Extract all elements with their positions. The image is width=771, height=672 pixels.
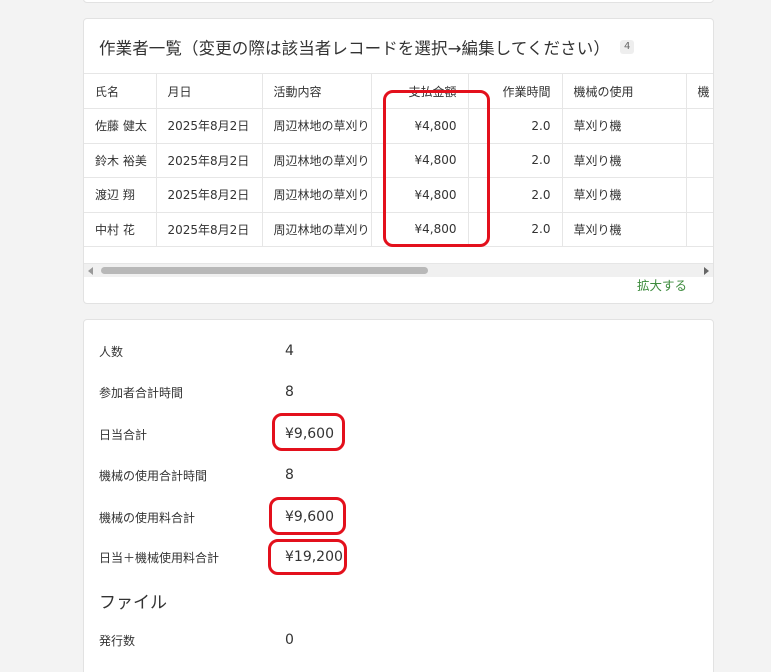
cell-name: 鈴木 裕美 (84, 143, 156, 178)
cell-machine-use: 草刈り機 (561, 143, 686, 178)
column-header-name[interactable]: 氏名 (84, 73, 156, 109)
cell-payment: ¥4,800 (370, 212, 468, 247)
machine-fee-row: 機械の使用料合計 ¥9,600 (99, 507, 334, 527)
file-section-title: ファイル (99, 593, 167, 613)
machine-hours-label: 機械の使用合計時間 (99, 468, 208, 483)
table-row[interactable]: 渡辺 翔 2025年8月2日 周辺林地の草刈り ¥4,800 2.0 草刈り機 (84, 177, 713, 213)
scroll-right-arrow-icon[interactable] (704, 267, 709, 275)
cell-work-hours: 2.0 (467, 108, 562, 144)
cell-machine-use: 草刈り機 (561, 108, 686, 144)
cell-date: 2025年8月2日 (155, 177, 262, 213)
worker-list-header: 作業者一覧（変更の際は該当者レコードを選択→編集してください） 4 (99, 36, 635, 58)
cell-activity: 周辺林地の草刈り (261, 108, 371, 144)
record-count-badge: 4 (619, 40, 635, 54)
cell-name: 中村 花 (84, 212, 156, 247)
scrollbar-thumb[interactable] (101, 267, 428, 274)
cell-work-hours: 2.0 (467, 212, 562, 247)
table-horizontal-scrollbar[interactable] (84, 263, 713, 277)
cell-machine-use: 草刈り機 (561, 177, 686, 213)
cell-date: 2025年8月2日 (155, 143, 262, 178)
table-row[interactable]: 鈴木 裕美 2025年8月2日 周辺林地の草刈り ¥4,800 2.0 草刈り機 (84, 143, 713, 178)
table-header-row: 氏名 月日 活動内容 支払金額 作業時間 機械の使用 機 (84, 73, 713, 109)
cell-date: 2025年8月2日 (155, 212, 262, 247)
total-hours-value: 8 (285, 384, 294, 400)
cell-work-hours: 2.0 (467, 177, 562, 213)
cell-extra (685, 143, 713, 178)
people-count-value: 4 (285, 343, 294, 359)
cell-extra (685, 177, 713, 213)
daily-total-label: 日当合計 (99, 427, 148, 442)
worker-list-title: 作業者一覧（変更の際は該当者レコードを選択→編集してください） (99, 39, 610, 58)
grand-total-row: 日当＋機械使用料合計 ¥19,200 (99, 547, 343, 567)
machine-hours-value: 8 (285, 467, 294, 483)
issued-count-value: 0 (285, 632, 294, 648)
cell-extra (685, 108, 713, 144)
people-count-row: 人数 4 (99, 341, 294, 361)
grand-total-label: 日当＋機械使用料合計 (99, 550, 220, 565)
machine-hours-row: 機械の使用合計時間 8 (99, 465, 294, 485)
column-header-date[interactable]: 月日 (155, 73, 262, 109)
column-header-machine-more[interactable]: 機 (685, 73, 713, 109)
table-row[interactable]: 佐藤 健太 2025年8月2日 周辺林地の草刈り ¥4,800 2.0 草刈り機 (84, 108, 713, 144)
cell-payment: ¥4,800 (370, 177, 468, 213)
scroll-left-arrow-icon[interactable] (88, 267, 93, 275)
total-hours-row: 参加者合計時間 8 (99, 382, 294, 402)
cell-activity: 周辺林地の草刈り (261, 143, 371, 178)
cell-work-hours: 2.0 (467, 143, 562, 178)
machine-fee-label: 機械の使用料合計 (99, 510, 196, 525)
column-header-work-hours[interactable]: 作業時間 (467, 73, 562, 109)
cell-name: 渡辺 翔 (84, 177, 156, 213)
column-header-activity[interactable]: 活動内容 (261, 73, 371, 109)
issued-count-label: 発行数 (99, 633, 136, 648)
cell-payment: ¥4,800 (370, 143, 468, 178)
cell-extra (685, 212, 713, 247)
cell-machine-use: 草刈り機 (561, 212, 686, 247)
summary-card: 人数 4 参加者合計時間 8 日当合計 ¥9,600 機械の使用合計時間 8 機… (83, 319, 714, 672)
people-count-label: 人数 (99, 344, 124, 359)
worker-list-card: 作業者一覧（変更の際は該当者レコードを選択→編集してください） 4 氏名 月日 … (83, 18, 714, 304)
issued-count-row: 発行数 0 (99, 630, 294, 650)
table-row[interactable]: 中村 花 2025年8月2日 周辺林地の草刈り ¥4,800 2.0 草刈り機 (84, 212, 713, 247)
column-header-machine-use[interactable]: 機械の使用 (561, 73, 686, 109)
previous-card-edge (83, 0, 714, 3)
cell-payment: ¥4,800 (370, 108, 468, 144)
worker-table-container: 氏名 月日 活動内容 支払金額 作業時間 機械の使用 機 佐藤 健太 2025年… (84, 73, 713, 263)
column-header-payment[interactable]: 支払金額 (370, 73, 468, 109)
grand-total-value: ¥19,200 (285, 549, 343, 565)
cell-date: 2025年8月2日 (155, 108, 262, 144)
expand-link[interactable]: 拡大する (637, 275, 687, 294)
cell-activity: 周辺林地の草刈り (261, 177, 371, 213)
cell-name: 佐藤 健太 (84, 108, 156, 144)
daily-total-value: ¥9,600 (285, 426, 334, 442)
daily-total-row: 日当合計 ¥9,600 (99, 424, 334, 444)
total-hours-label: 参加者合計時間 (99, 385, 184, 400)
machine-fee-value: ¥9,600 (285, 509, 334, 525)
worker-table: 氏名 月日 活動内容 支払金額 作業時間 機械の使用 機 佐藤 健太 2025年… (84, 73, 713, 247)
cell-activity: 周辺林地の草刈り (261, 212, 371, 247)
